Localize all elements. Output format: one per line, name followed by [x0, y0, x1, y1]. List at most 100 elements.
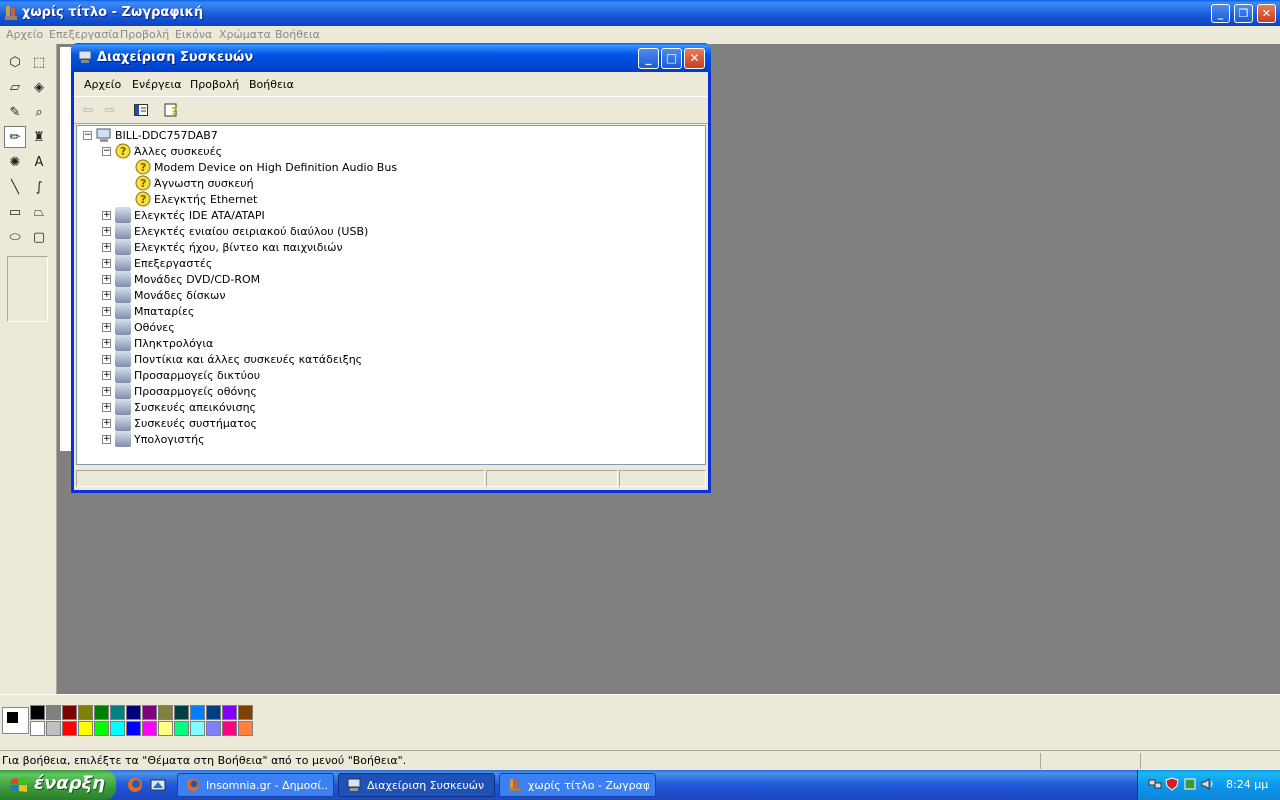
expand-icon[interactable]: + — [102, 306, 111, 316]
expand-icon[interactable]: + — [102, 418, 111, 428]
tree-node-category[interactable]: + Ελεγκτές ενιαίου σειριακού διαύλου (USB… — [102, 223, 368, 239]
tree-node-category[interactable]: + Πληκτρολόγια — [102, 335, 213, 351]
tree-root[interactable]: − BILL-DDC757DAB7 — [83, 127, 218, 143]
color-swatch[interactable] — [78, 721, 93, 736]
color-swatch[interactable] — [238, 721, 253, 736]
taskbar-item-firefox[interactable]: Insomnia.gr - Δημοσί... — [177, 773, 334, 797]
devmgr-menu-action[interactable]: Ενέργεια — [132, 78, 181, 91]
color-swatch[interactable] — [46, 721, 61, 736]
tree-node-category[interactable]: + Προσαρμογείς δικτύου — [102, 367, 260, 383]
tool-options-box[interactable] — [7, 256, 48, 322]
show-hide-console-tree-icon[interactable] — [131, 101, 151, 119]
expand-icon[interactable]: + — [102, 290, 111, 300]
color-swatch[interactable] — [30, 721, 45, 736]
pencil-icon[interactable]: ✏ — [4, 126, 26, 148]
expand-icon[interactable]: + — [102, 242, 111, 252]
taskbar-item-device-manager[interactable]: Διαχείριση Συσκευών — [338, 773, 495, 797]
color-swatch[interactable] — [158, 705, 173, 720]
magnifier-icon[interactable]: ⌕ — [28, 101, 50, 123]
polygon-icon[interactable]: ⏢ — [28, 201, 50, 223]
eraser-icon[interactable]: ▱ — [4, 76, 26, 98]
show-desktop-icon[interactable] — [150, 777, 166, 793]
tree-node-category[interactable]: + Μονάδες δίσκων — [102, 287, 226, 303]
devmgr-minimize-button[interactable]: _ — [638, 48, 659, 69]
device-manager-titlebar[interactable]: Διαχείριση Συσκευών _ □ ✕ — [71, 43, 711, 72]
expand-icon[interactable]: + — [102, 354, 111, 364]
color-swatch[interactable] — [62, 705, 77, 720]
color-picker-icon[interactable]: ✎ — [4, 101, 26, 123]
color-swatch[interactable] — [222, 721, 237, 736]
tree-node-category[interactable]: + Συσκευές απεικόνισης — [102, 399, 256, 415]
devmgr-maximize-button[interactable]: □ — [661, 48, 682, 69]
line-icon[interactable]: ╲ — [4, 176, 26, 198]
back-arrow-icon[interactable]: ⇦ — [78, 101, 98, 119]
ellipse-icon[interactable]: ⬭ — [4, 226, 26, 248]
firefox-quicklaunch-icon[interactable] — [127, 777, 143, 793]
start-button[interactable]: έναρξη — [0, 770, 116, 800]
help-properties-icon[interactable]: ? — [162, 101, 182, 119]
color-swatch[interactable] — [158, 721, 173, 736]
tree-leaf-modem[interactable]: ? Modem Device on High Definition Audio … — [135, 159, 397, 175]
color-swatch[interactable] — [126, 721, 141, 736]
color-swatch[interactable] — [206, 705, 221, 720]
tree-node-category[interactable]: + Επεξεργαστές — [102, 255, 212, 271]
devmgr-menu-view[interactable]: Προβολή — [190, 78, 239, 91]
tree-node-category[interactable]: + Προσαρμογείς οθόνης — [102, 383, 257, 399]
devmgr-menu-file[interactable]: Αρχείο — [84, 78, 121, 91]
current-colors[interactable] — [2, 707, 29, 734]
tree-leaf-unknown-device[interactable]: ? Άγνωστη συσκευή — [135, 175, 254, 191]
network-tray-icon[interactable] — [1148, 777, 1162, 791]
fill-bucket-icon[interactable]: ◈ — [28, 76, 50, 98]
free-select-icon[interactable]: ⬡ — [4, 51, 26, 73]
tree-node-category[interactable]: + Μονάδες DVD/CD-ROM — [102, 271, 260, 287]
color-swatch[interactable] — [190, 705, 205, 720]
security-shield-icon[interactable] — [1165, 777, 1179, 791]
tree-node-other-devices[interactable]: − ? Άλλες συσκευές — [102, 143, 222, 159]
paint-menu-edit[interactable]: Επεξεργασία — [49, 28, 119, 41]
paint-menu-help[interactable]: Βοήθεια — [275, 28, 320, 41]
color-swatch[interactable] — [190, 721, 205, 736]
rounded-rect-icon[interactable]: ▢ — [28, 226, 50, 248]
paint-minimize-button[interactable]: _ — [1211, 4, 1230, 23]
tree-node-category[interactable]: + Συσκευές συστήματος — [102, 415, 257, 431]
airbrush-icon[interactable]: ✺ — [4, 151, 26, 173]
color-swatch[interactable] — [238, 705, 253, 720]
devmgr-close-button[interactable]: ✕ — [684, 48, 705, 69]
wireless-icon[interactable] — [1183, 777, 1197, 791]
taskbar-item-paint[interactable]: χωρίς τίτλο - Ζωγραφ... — [499, 773, 656, 797]
tree-leaf-ethernet[interactable]: ? Ελεγκτής Ethernet — [135, 191, 257, 207]
color-swatch[interactable] — [110, 705, 125, 720]
devmgr-menu-help[interactable]: Βοήθεια — [249, 78, 294, 91]
color-swatch[interactable] — [30, 705, 45, 720]
color-swatch[interactable] — [62, 721, 77, 736]
paint-restore-button[interactable]: ❐ — [1234, 4, 1253, 23]
paint-close-button[interactable]: ✕ — [1257, 4, 1276, 23]
tree-node-category[interactable]: + Μπαταρίες — [102, 303, 194, 319]
paint-menu-view[interactable]: Προβολή — [120, 28, 169, 41]
color-swatch[interactable] — [78, 705, 93, 720]
color-swatch[interactable] — [174, 705, 189, 720]
rect-select-icon[interactable]: ⬚ — [28, 51, 50, 73]
expand-icon[interactable]: + — [102, 370, 111, 380]
rectangle-icon[interactable]: ▭ — [4, 201, 26, 223]
curve-icon[interactable]: ∫ — [28, 176, 50, 198]
expand-icon[interactable]: + — [102, 258, 111, 268]
brush-icon[interactable]: ♜ — [28, 126, 50, 148]
paint-menu-image[interactable]: Εικόνα — [175, 28, 212, 41]
expand-icon[interactable]: + — [102, 338, 111, 348]
color-swatch[interactable] — [94, 721, 109, 736]
tree-node-category[interactable]: + Ποντίκια και άλλες συσκευές κατάδειξης — [102, 351, 362, 367]
color-swatch[interactable] — [110, 721, 125, 736]
paint-menu-colors[interactable]: Χρώματα — [219, 28, 271, 41]
expand-icon[interactable]: + — [102, 274, 111, 284]
volume-icon[interactable] — [1201, 777, 1215, 791]
collapse-icon[interactable]: − — [83, 130, 92, 140]
expand-icon[interactable]: + — [102, 322, 111, 332]
color-swatch[interactable] — [206, 721, 221, 736]
expand-icon[interactable]: + — [102, 386, 111, 396]
color-swatch[interactable] — [222, 705, 237, 720]
color-swatch[interactable] — [94, 705, 109, 720]
clock[interactable]: 8:24 μμ — [1226, 778, 1268, 791]
color-swatch[interactable] — [174, 721, 189, 736]
paint-titlebar[interactable]: χωρίς τίτλο - Ζωγραφική _ ❐ ✕ — [0, 0, 1280, 26]
